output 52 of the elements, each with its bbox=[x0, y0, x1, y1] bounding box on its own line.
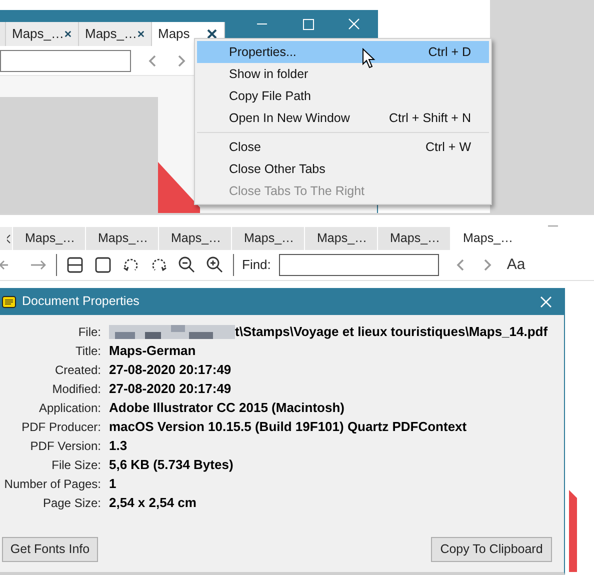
dialog-button[interactable]: Copy To Clipboard bbox=[431, 537, 552, 562]
field-label: PDF Version: bbox=[29, 438, 101, 455]
close-icon[interactable] bbox=[137, 28, 145, 40]
tab[interactable]: Maps_… bbox=[13, 227, 85, 250]
field-label: Application: bbox=[38, 400, 101, 417]
close-icon[interactable] bbox=[206, 28, 218, 40]
tab[interactable]: Maps_… bbox=[378, 227, 450, 250]
menu-item[interactable]: Open In New Window Ctrl + Shift + N bbox=[197, 107, 489, 129]
field-value: 27-08-2020 20:17:49 bbox=[109, 380, 232, 398]
field-label: File Size: bbox=[50, 457, 101, 474]
menu-item[interactable]: Copy File Path bbox=[197, 85, 489, 107]
dialog-title: Document Properties bbox=[22, 293, 140, 310]
find-label: Find: bbox=[242, 256, 271, 274]
field-value: macOS Version 10.15.5 (Build 19F101) Quartz PDFContext bbox=[109, 418, 467, 436]
field-value: 5,6 KB (5.734 Bytes) bbox=[109, 456, 234, 474]
menu-item[interactable]: Show in folder bbox=[197, 63, 489, 85]
tab[interactable]: Maps_… bbox=[86, 227, 158, 250]
input-field[interactable] bbox=[0, 50, 131, 72]
field-value: 1 bbox=[109, 475, 116, 494]
tab[interactable]: Maps_… bbox=[6, 22, 79, 46]
field-value: 27-08-2020 20:17:49 bbox=[109, 361, 232, 380]
field-label: Created: bbox=[54, 362, 101, 379]
tab[interactable]: Maps_… bbox=[232, 227, 304, 250]
close-icon[interactable] bbox=[64, 28, 72, 40]
field-label: PDF Producer: bbox=[20, 419, 101, 436]
zoom-out-icon[interactable] bbox=[177, 255, 197, 275]
dialog-button[interactable]: Get Fonts Info bbox=[2, 537, 98, 562]
field-label: Page Size: bbox=[42, 495, 101, 512]
mouse-cursor-icon bbox=[362, 48, 376, 69]
field-value: 1.3 bbox=[109, 437, 128, 456]
field-label: Title: bbox=[74, 343, 101, 360]
tab[interactable]: Maps_… bbox=[305, 227, 377, 250]
pdf-icon bbox=[2, 296, 16, 308]
find-field[interactable] bbox=[278, 254, 439, 276]
field-label: Number of Pages: bbox=[3, 476, 101, 493]
field-value: Adobe Illustrator CC 2015 (Macintosh) bbox=[109, 399, 344, 418]
menu-item[interactable]: Close Ctrl + W bbox=[197, 136, 489, 158]
field-value: 2,54 x 2,54 cm bbox=[109, 494, 196, 512]
tab[interactable]: Maps_… bbox=[79, 22, 152, 46]
field-value: Maps-German bbox=[109, 342, 196, 360]
match-case-button[interactable]: Aa bbox=[506, 254, 526, 276]
field-value: t\Stamps\Voyage et lieux touristiques\Maps_14.pdf bbox=[235, 323, 548, 342]
field-label: File: bbox=[77, 324, 101, 341]
minimize-icon[interactable] bbox=[548, 225, 558, 227]
close-icon[interactable] bbox=[7, 234, 12, 244]
field-label: Modified: bbox=[51, 381, 101, 398]
zoom-in-icon[interactable] bbox=[205, 255, 225, 275]
tab[interactable]: Maps_… bbox=[159, 227, 231, 250]
single-page-icon[interactable] bbox=[93, 255, 113, 275]
split-page-icon[interactable] bbox=[65, 255, 85, 275]
menu-item[interactable]: Properties... Ctrl + D bbox=[197, 41, 489, 63]
menu-item[interactable]: Close Other Tabs bbox=[197, 158, 489, 180]
